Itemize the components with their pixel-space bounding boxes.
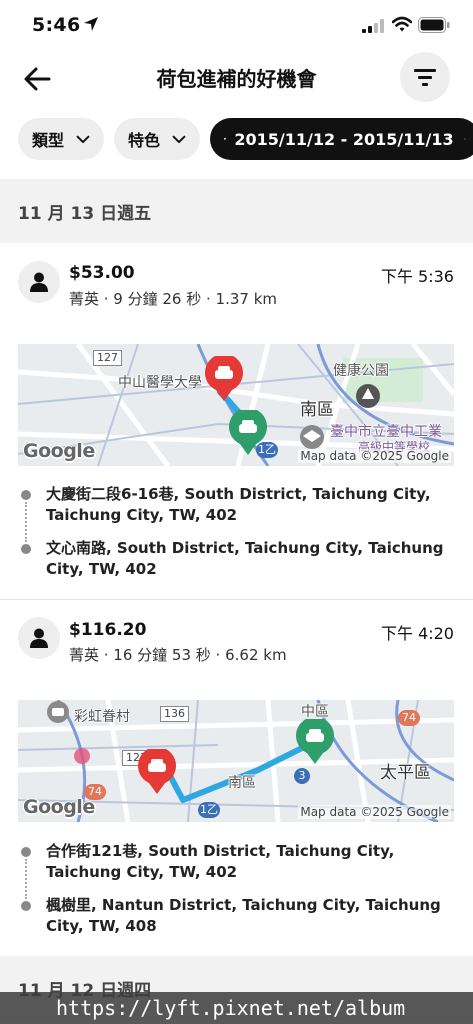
ride-fare: $53.00 [69, 263, 135, 283]
calendar-icon [224, 137, 227, 141]
back-button[interactable] [18, 60, 56, 98]
pickup-address: 合作街121巷, South District, Taichung City, … [46, 842, 395, 881]
dropoff-dot-icon [21, 901, 31, 911]
status-bar: 5:46 [0, 0, 473, 50]
google-logo: Google [23, 796, 95, 818]
route-connector [25, 502, 27, 542]
road-number-tag: 127 [93, 350, 122, 366]
dropoff-marker-icon [229, 410, 267, 455]
pickup-marker-icon [138, 749, 176, 794]
chevron-down-icon [172, 135, 186, 144]
dropoff-address: 文心南路, South District, Taichung City, Tai… [46, 539, 444, 578]
filter-chips: 類型 特色 2015/11/12 - 2015/11/13 [0, 118, 473, 162]
cellular-signal-icon [362, 19, 384, 33]
date-section-header: 11 月 13 日週五 [0, 179, 473, 243]
pickup-address: 大慶街二段6-16巷, South District, Taichung Cit… [46, 485, 431, 524]
map-district-label: 太平區 [380, 763, 431, 783]
dropoff-marker-icon [296, 719, 334, 764]
map-place-label: 彩虹眷村 [74, 709, 130, 725]
date-section-label: 11 月 13 日週五 [18, 204, 152, 224]
ride-card[interactable]: $116.20 菁英 · 16 分鐘 53 秒 · 6.62 km 下午 4:2… [0, 600, 473, 955]
person-icon [30, 628, 48, 648]
dropoff-dot-icon [21, 544, 31, 554]
sort-filter-button[interactable] [400, 52, 450, 102]
feature-filter-label: 特色 [128, 131, 161, 150]
route-map[interactable]: 彩虹眷村 136 127 中區 南區 太平區 74 74 3 1乙 Google… [18, 700, 454, 822]
ride-meta: 菁英 · 16 分鐘 53 秒 · 6.62 km [69, 646, 287, 664]
status-time: 5:46 [32, 14, 81, 36]
battery-icon [418, 17, 450, 33]
map-place-label: 中山醫學大學 [118, 375, 202, 391]
map-data-credit: Map data ©2025 Google [298, 805, 451, 819]
type-filter-chip[interactable]: 類型 [18, 118, 104, 160]
pickup-dot-icon [21, 847, 31, 857]
avatar [18, 617, 60, 659]
map-district-label: 中區 [301, 704, 329, 720]
highway-badge: 1乙 [198, 802, 220, 818]
avatar [18, 261, 60, 303]
highway-badge: 3 [294, 768, 310, 784]
chevron-down-icon [76, 135, 90, 144]
ride-time: 下午 5:36 [380, 267, 454, 286]
pickup-marker-icon [205, 356, 243, 401]
chevron-down-icon [463, 138, 466, 140]
date-range-chip[interactable]: 2015/11/12 - 2015/11/13 [210, 118, 473, 160]
type-filter-label: 類型 [32, 131, 65, 150]
pickup-dot-icon [21, 490, 31, 500]
dropoff-address: 楓樹里, Nantun District, Taichung City, Tai… [46, 896, 441, 935]
location-arrow-icon [84, 17, 98, 31]
map-district-label: 南區 [300, 400, 334, 420]
google-logo: Google [23, 440, 95, 462]
feature-filter-chip[interactable]: 特色 [114, 118, 200, 160]
wifi-icon [392, 16, 412, 32]
filter-lines-icon [414, 69, 436, 86]
map-place-label: 健康公園 [333, 363, 389, 379]
watermark-banner: https://lyft.pixnet.net/album [0, 992, 473, 1024]
header: 荷包進補的好機會 [0, 50, 473, 110]
ride-fare: $116.20 [69, 620, 147, 640]
back-arrow-icon [24, 67, 51, 91]
road-number-tag: 136 [160, 706, 189, 722]
map-data-credit: Map data ©2025 Google [298, 449, 451, 463]
person-icon [30, 272, 48, 292]
ride-history-page: 5:46 荷包進補的好機會 類型 特色 2015/11/12 - 2015/11… [0, 0, 473, 1024]
highway-badge: 74 [398, 710, 420, 726]
date-range-label: 2015/11/12 - 2015/11/13 [234, 129, 454, 149]
map-district-label: 南區 [228, 775, 256, 791]
ride-card[interactable]: $53.00 菁英 · 9 分鐘 26 秒 · 1.37 km 下午 5:36 [0, 243, 473, 600]
ride-meta: 菁英 · 9 分鐘 26 秒 · 1.37 km [69, 290, 278, 308]
ride-time: 下午 4:20 [380, 624, 454, 643]
route-map[interactable]: 127 中山醫學大學 健康公園 南區 臺中市立臺中工業 高級中等學校 1乙 Go… [18, 344, 454, 466]
route-connector [25, 859, 27, 899]
